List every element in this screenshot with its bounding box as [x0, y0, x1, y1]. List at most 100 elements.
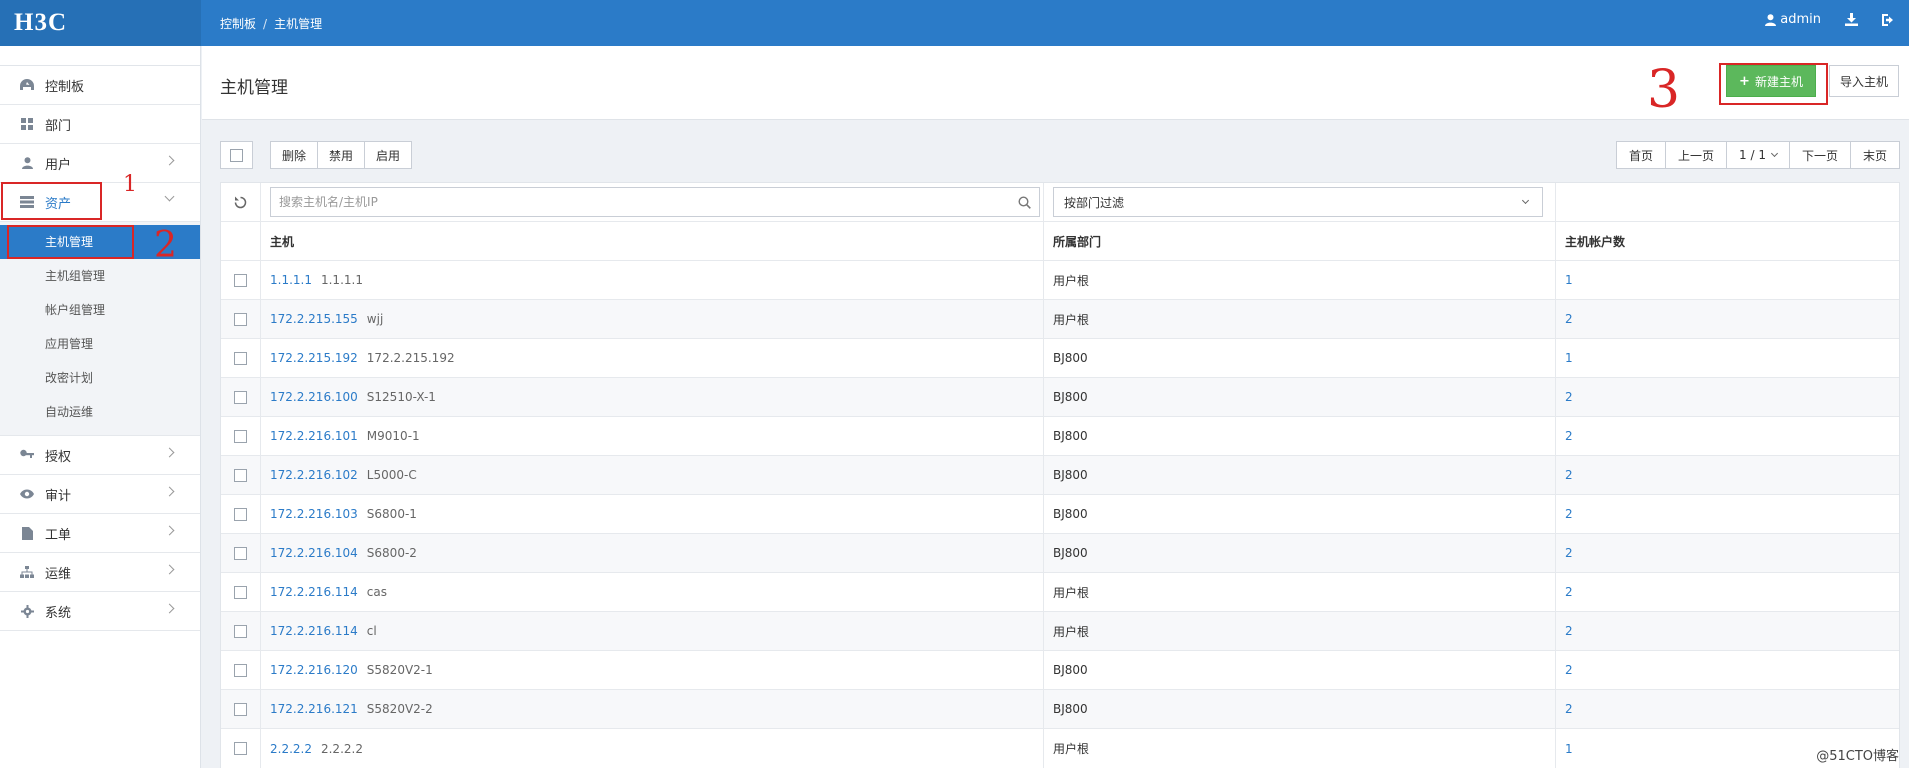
- checkbox-icon: [234, 390, 247, 404]
- submenu-password-plan[interactable]: 改密计划: [0, 361, 200, 395]
- checkbox-icon: [234, 663, 247, 677]
- new-host-button[interactable]: + 新建主机: [1726, 65, 1816, 97]
- account-count-cell: 2: [1556, 612, 1899, 650]
- dept-filter-cell: 按部门过滤: [1044, 183, 1556, 221]
- table-row: 172.2.216.114 cl 用户根 2: [221, 612, 1899, 651]
- row-checkbox[interactable]: [221, 534, 261, 572]
- account-count-link[interactable]: 2: [1565, 585, 1573, 599]
- first-page-button[interactable]: 首页: [1615, 141, 1666, 169]
- row-checkbox[interactable]: [221, 495, 261, 533]
- sidebar-item-label: 资产: [45, 196, 72, 212]
- column-header-department[interactable]: 所属部门: [1044, 222, 1556, 260]
- row-checkbox[interactable]: [221, 573, 261, 611]
- host-ip-link[interactable]: 172.2.216.102: [270, 468, 358, 482]
- logo[interactable]: H3C: [14, 9, 67, 37]
- row-checkbox[interactable]: [221, 261, 261, 299]
- account-count-link[interactable]: 2: [1565, 390, 1573, 404]
- account-count-link[interactable]: 2: [1565, 468, 1573, 482]
- sidebar-item-dashboard[interactable]: 控制板: [0, 66, 200, 105]
- host-ip-link[interactable]: 1.1.1.1: [270, 273, 312, 287]
- host-ip-link[interactable]: 172.2.216.104: [270, 546, 358, 560]
- host-ip-link[interactable]: 172.2.216.121: [270, 702, 358, 716]
- host-ip-link[interactable]: 172.2.216.101: [270, 429, 358, 443]
- sidebar-item-label: 授权: [45, 449, 72, 465]
- checkbox-icon: [234, 624, 247, 638]
- sidebar-item-ticket[interactable]: 工单: [0, 514, 200, 553]
- user-menu[interactable]: admin: [1765, 12, 1821, 27]
- logout-button[interactable]: [1882, 13, 1895, 26]
- table-body: 1.1.1.1 1.1.1.1 用户根 1 172.2.215.155 wjj 用户根 2 17…: [221, 261, 1899, 768]
- row-checkbox[interactable]: [221, 300, 261, 338]
- download-button[interactable]: [1845, 13, 1858, 26]
- disable-button[interactable]: 禁用: [317, 141, 366, 169]
- sidebar-item-department[interactable]: 部门: [0, 105, 200, 144]
- row-checkbox[interactable]: [221, 612, 261, 650]
- row-checkbox[interactable]: [221, 456, 261, 494]
- import-host-button[interactable]: 导入主机: [1829, 65, 1899, 97]
- host-ip-link[interactable]: 172.2.215.155: [270, 312, 358, 326]
- last-page-button[interactable]: 末页: [1849, 141, 1900, 169]
- user-icon: [19, 155, 35, 171]
- account-count-link[interactable]: 2: [1565, 312, 1573, 326]
- sidebar-item-audit[interactable]: 审计: [0, 475, 200, 514]
- checkbox-icon: [234, 429, 247, 443]
- page-title: 主机管理: [220, 78, 288, 98]
- account-count-link[interactable]: 2: [1565, 702, 1573, 716]
- delete-button[interactable]: 删除: [270, 141, 319, 169]
- account-count-link[interactable]: 2: [1565, 624, 1573, 638]
- sidebar-item-operations[interactable]: 运维: [0, 553, 200, 592]
- sidebar-item-label: 审计: [45, 488, 72, 504]
- dept-filter-select[interactable]: 按部门过滤: [1053, 187, 1543, 217]
- row-checkbox[interactable]: [221, 378, 261, 416]
- host-name: M9010-1: [366, 429, 420, 443]
- host-cell: 172.2.216.121 S5820V2-2: [261, 690, 1044, 728]
- submenu-host-group[interactable]: 主机组管理: [0, 259, 200, 293]
- row-checkbox[interactable]: [221, 729, 261, 768]
- host-ip-link[interactable]: 172.2.216.100: [270, 390, 358, 404]
- host-ip-link[interactable]: 172.2.215.192: [270, 351, 358, 365]
- host-ip-link[interactable]: 172.2.216.120: [270, 663, 358, 677]
- sidebar-item-user[interactable]: 用户: [0, 144, 200, 183]
- account-count-link[interactable]: 2: [1565, 663, 1573, 677]
- row-checkbox[interactable]: [221, 339, 261, 377]
- table-row: 172.2.216.120 S5820V2-1 BJ800 2: [221, 651, 1899, 690]
- sidebar-item-authorization[interactable]: 授权: [0, 436, 200, 475]
- page-select[interactable]: 1 / 1: [1726, 141, 1790, 169]
- submenu-auto-ops[interactable]: 自动运维: [0, 395, 200, 429]
- sidebar-item-asset[interactable]: 资产: [0, 183, 200, 222]
- sidebar-item-system[interactable]: 系统: [0, 592, 200, 631]
- column-header-host[interactable]: 主机: [261, 222, 1044, 260]
- breadcrumb-separator: /: [263, 17, 268, 31]
- sidebar-item-label: 部门: [45, 118, 72, 134]
- search-input[interactable]: [279, 195, 1018, 209]
- search-icon[interactable]: [1018, 195, 1031, 209]
- account-count-link[interactable]: 2: [1565, 429, 1573, 443]
- host-ip-link[interactable]: 172.2.216.114: [270, 585, 358, 599]
- account-count-link[interactable]: 2: [1565, 507, 1573, 521]
- account-count-link[interactable]: 2: [1565, 546, 1573, 560]
- account-count-link[interactable]: 1: [1565, 742, 1573, 756]
- column-header-account-count[interactable]: 主机帐户数: [1556, 222, 1899, 260]
- next-page-button[interactable]: 下一页: [1788, 141, 1851, 169]
- select-all-checkbox[interactable]: [220, 141, 253, 169]
- breadcrumb-current: 主机管理: [274, 17, 323, 31]
- row-checkbox[interactable]: [221, 651, 261, 689]
- new-host-label: 新建主机: [1754, 74, 1803, 89]
- row-checkbox[interactable]: [221, 690, 261, 728]
- breadcrumb-dashboard[interactable]: 控制板: [220, 17, 256, 31]
- host-name: L5000-C: [366, 468, 417, 482]
- account-count-cell: 2: [1556, 534, 1899, 572]
- account-count-link[interactable]: 1: [1565, 351, 1573, 365]
- submenu-host-management[interactable]: 主机管理: [0, 225, 200, 259]
- submenu-account-group[interactable]: 帐户组管理: [0, 293, 200, 327]
- enable-button[interactable]: 启用: [364, 141, 413, 169]
- prev-page-button[interactable]: 上一页: [1665, 141, 1728, 169]
- host-ip-link[interactable]: 2.2.2.2: [270, 742, 312, 756]
- host-cell: 172.2.215.155 wjj: [261, 300, 1044, 338]
- host-ip-link[interactable]: 172.2.216.114: [270, 624, 358, 638]
- refresh-button[interactable]: [221, 183, 261, 221]
- host-ip-link[interactable]: 172.2.216.103: [270, 507, 358, 521]
- row-checkbox[interactable]: [221, 417, 261, 455]
- account-count-link[interactable]: 1: [1565, 273, 1573, 287]
- submenu-app-management[interactable]: 应用管理: [0, 327, 200, 361]
